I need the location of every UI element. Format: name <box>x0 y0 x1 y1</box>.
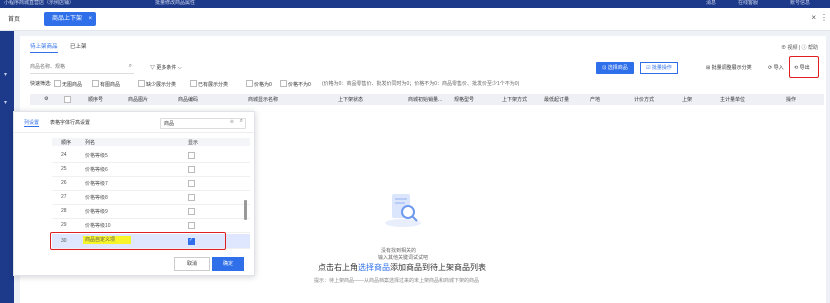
list-item[interactable]: 29 价格等级10 <box>52 218 250 233</box>
col-header[interactable]: 商品图片 <box>128 96 148 103</box>
popup-search-box: ⊗ ⌕ <box>160 118 246 129</box>
tab-pending-goods[interactable]: 待上架商品 <box>30 42 58 53</box>
cancel-button[interactable]: 取消 <box>174 257 210 271</box>
filter-has-category[interactable]: 已有展示分类 <box>190 80 228 88</box>
row-highlight-box <box>50 232 226 250</box>
page-tab-bar: 首页 商品上下架 × × ⋮ <box>0 8 830 31</box>
store-name[interactable]: 小程序商城直营店（示例店铺） <box>4 0 74 7</box>
close-icon[interactable]: × <box>88 12 92 26</box>
filter-price-nonzero[interactable]: 价格不为0 <box>280 80 311 88</box>
column-search-input[interactable] <box>161 119 220 127</box>
col-header[interactable]: 商城显示名称 <box>248 96 278 103</box>
show-checkbox[interactable] <box>188 194 195 201</box>
popup-scrollbar[interactable] <box>244 200 247 220</box>
search-box: ⌕ <box>30 62 134 74</box>
show-checkbox[interactable] <box>188 208 195 215</box>
tab-font-row-height[interactable]: 表格字体行高设置 <box>50 119 90 126</box>
col-header[interactable]: 上架 <box>682 96 692 103</box>
tab-home[interactable]: 首页 <box>8 14 20 23</box>
quick-filter-hint: (价格为0：商品零售价、批发价同时为0；价格不为0：商品零售价、批发价至少1个不… <box>322 81 520 87</box>
col-header[interactable]: 商城初始销量... <box>408 96 442 103</box>
more-conditions-button[interactable]: ▽ 更多条件 ⌵ <box>150 64 182 71</box>
side-nav: ▾ ▾ <box>0 31 14 303</box>
popup-header: 列设置 表格字体行高设置 ⊗ ⌕ <box>14 112 254 133</box>
col-name-header: 列名 <box>85 140 96 146</box>
search-icon[interactable]: ⌕ <box>129 63 132 70</box>
clear-icon[interactable]: ⊗ <box>230 119 234 125</box>
show-checkbox[interactable] <box>188 222 195 229</box>
empty-state-illustration <box>385 194 421 227</box>
search-icon[interactable]: ⌕ <box>240 118 243 125</box>
filter-missing-category[interactable]: 缺少展示分类 <box>138 80 176 88</box>
filter-has-image[interactable]: 有图商品 <box>92 80 120 88</box>
empty-state-instruction: 点击右上角选择商品添加商品到待上架商品列表 <box>318 263 486 272</box>
account-link[interactable]: 账号信息 <box>790 0 810 7</box>
close-all-icon[interactable]: × <box>811 13 816 22</box>
empty-state-subtext: 输入其他关键词试试吧 <box>378 255 429 261</box>
show-checkbox[interactable] <box>188 180 195 187</box>
filter-price-zero[interactable]: 价格为0 <box>246 80 272 88</box>
col-header[interactable]: 主计量单位 <box>720 96 745 103</box>
col-header[interactable]: 规格型号 <box>454 96 474 103</box>
table-header: ⚙ 顺序号 商品图片 商品编码 商城显示名称 上下架状态 商城初始销量... 规… <box>30 94 824 105</box>
confirm-button[interactable]: 确定 <box>212 257 244 271</box>
col-show-header: 显示 <box>188 140 199 146</box>
show-checkbox[interactable] <box>188 166 195 173</box>
col-seq-header: 顺序 <box>61 140 72 146</box>
tab-goods-shelf[interactable]: 商品上下架 × <box>44 12 96 26</box>
online-service-link[interactable]: 在线客服 <box>738 0 758 7</box>
list-item[interactable]: 28 价格等级9 <box>52 204 250 219</box>
show-checkbox[interactable] <box>188 152 195 159</box>
tab-goods-shelf-label: 商品上下架 <box>52 16 83 22</box>
video-help-links[interactable]: ⊕ 视频 | ⓘ 帮助 <box>781 44 818 51</box>
filter-no-image[interactable]: 无图商品 <box>54 80 82 88</box>
batch-display-category-button[interactable]: ⊞ 批量调整展示分类 <box>706 62 752 74</box>
col-header[interactable]: 操作 <box>786 96 796 103</box>
batch-operations-button[interactable]: ☑ 批量操作 <box>640 62 678 74</box>
search-input[interactable] <box>30 62 110 72</box>
tab-on-shelf[interactable]: 已上架 <box>70 42 87 50</box>
col-header[interactable]: 商品编码 <box>178 96 198 103</box>
popup-table-header: 顺序 列名 显示 <box>52 138 250 146</box>
col-header[interactable]: 最低起订量 <box>544 96 569 103</box>
select-all-checkbox[interactable] <box>64 96 71 105</box>
batch-modify-link[interactable]: 批量修改商品属性 <box>155 0 195 7</box>
column-settings-icon[interactable]: ⚙ <box>44 96 48 102</box>
import-button[interactable]: ⟳ 导入 <box>768 62 784 74</box>
quick-filter-label: 快速筛选: <box>30 81 52 87</box>
select-goods-button[interactable]: ⊡ 选择商品 <box>596 62 634 74</box>
empty-state-hint: 提示：待上架商品——从商品档案选择过来的未上架商品和商城下架的商品 <box>314 278 480 284</box>
nav-dot-icon[interactable]: ▾ <box>4 71 7 78</box>
top-bar: 小程序商城直营店（示例店铺） 批量修改商品属性 消息 在线客服 账号信息 <box>0 0 830 8</box>
export-highlight-box <box>789 56 819 78</box>
empty-state-text: 没有找到相关的 <box>381 248 417 254</box>
col-header[interactable]: 上下架方式 <box>502 96 527 103</box>
select-goods-link[interactable]: 选择商品 <box>358 263 390 272</box>
list-item[interactable]: 27 价格等级8 <box>52 190 250 205</box>
messages-link[interactable]: 消息 <box>706 0 716 7</box>
tab-column-settings[interactable]: 列设置 <box>24 119 40 127</box>
list-item[interactable]: 24 价格等级5 <box>52 148 250 163</box>
list-item[interactable]: 25 价格等级6 <box>52 162 250 177</box>
col-header[interactable]: 产地 <box>590 96 600 103</box>
col-header[interactable]: 计价方式 <box>634 96 654 103</box>
more-icon[interactable]: ⋮ <box>820 13 828 22</box>
list-item[interactable]: 26 价格等级7 <box>52 176 250 191</box>
col-header[interactable]: 上下架状态 <box>338 96 363 103</box>
nav-dot-icon[interactable]: ▾ <box>4 99 7 106</box>
column-settings-popup: 列设置 表格字体行高设置 ⊗ ⌕ 顺序 列名 显示 24价格等级5 25价格等级… <box>13 111 255 276</box>
col-header[interactable]: 顺序号 <box>88 96 103 103</box>
